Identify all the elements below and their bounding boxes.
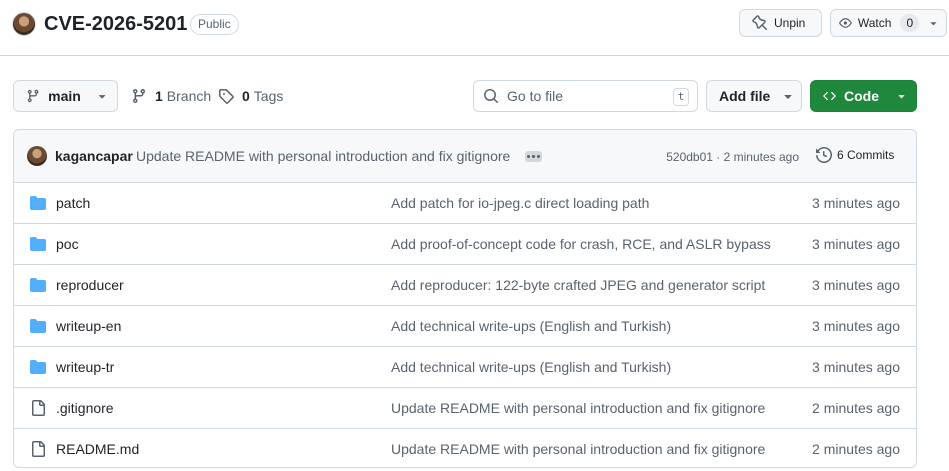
folder-icon (30, 359, 46, 378)
owner-avatar[interactable] (12, 12, 36, 36)
file-commit-time: 3 minutes ago (812, 236, 900, 252)
commit-details-toggle[interactable] (525, 151, 542, 162)
file-list: patch Add patch for io-jpeg.c direct load… (14, 183, 916, 467)
author-avatar[interactable] (27, 146, 47, 166)
file-table: kagancapar Update README with personal i… (13, 129, 917, 468)
folder-icon (30, 236, 46, 255)
git-branch-icon (27, 89, 39, 103)
commit-message[interactable]: Update README with personal introduction… (136, 148, 510, 164)
file-commit-time: 2 minutes ago (812, 400, 900, 416)
commit-hash-time[interactable]: 520db01 · 2 minutes ago (666, 150, 799, 164)
add-file-button[interactable]: Add file (706, 80, 802, 112)
chevron-down-icon (898, 95, 905, 99)
file-commit-time: 3 minutes ago (812, 277, 900, 293)
file-row[interactable]: .gitignore Update README with personal in… (14, 388, 916, 429)
file-commit-message[interactable]: Update README with personal introduction… (391, 400, 765, 416)
go-to-file-search[interactable]: t (473, 80, 698, 112)
file-commit-message[interactable]: Add reproducer: 122-byte crafted JPEG an… (391, 277, 765, 293)
branches-link[interactable]: 1 Branch (131, 88, 211, 104)
pin-icon (752, 15, 768, 31)
file-commit-message[interactable]: Add proof-of-concept code for crash, RCE… (391, 236, 771, 252)
tags-label: Tags (253, 88, 284, 104)
chevron-down-icon (98, 95, 106, 99)
file-row[interactable]: reproducer Add reproducer: 122-byte craft… (14, 265, 916, 306)
code-icon (823, 91, 836, 101)
code-button[interactable]: Code (810, 80, 917, 112)
file-commit-time: 3 minutes ago (812, 195, 900, 211)
add-file-label: Add file (719, 88, 771, 104)
file-row[interactable]: writeup-tr Add technical write-ups (Engli… (14, 347, 916, 388)
latest-commit-bar: kagancapar Update README with personal i… (14, 130, 916, 183)
branches-label: Branch (166, 88, 212, 104)
tags-link[interactable]: 0 Tags (218, 88, 283, 104)
file-name-link[interactable]: .gitignore (56, 400, 114, 416)
file-icon (30, 400, 46, 419)
commit-author[interactable]: kagancapar (55, 148, 133, 164)
branch-selector[interactable]: main (13, 80, 118, 112)
chevron-down-icon (930, 22, 937, 26)
chevron-down-icon (784, 95, 792, 99)
repo-header: CVE-2026-5201 Public Unpin Watch 0 (0, 0, 949, 56)
file-name-link[interactable]: writeup-tr (56, 359, 114, 375)
folder-icon (30, 277, 46, 296)
tags-count: 0 (242, 88, 250, 104)
unpin-label: Unpin (774, 16, 806, 30)
visibility-badge: Public (190, 14, 239, 35)
watch-button[interactable]: Watch 0 (830, 9, 947, 37)
file-name-link[interactable]: reproducer (56, 277, 124, 293)
file-name-link[interactable]: README.md (56, 441, 139, 457)
file-commit-message[interactable]: Add technical write-ups (English and Tur… (391, 318, 671, 334)
file-commit-message[interactable]: Add technical write-ups (English and Tur… (391, 359, 671, 375)
tag-icon (219, 89, 234, 104)
go-to-file-input[interactable] (507, 88, 667, 104)
file-commit-time: 2 minutes ago (812, 441, 900, 457)
file-name-link[interactable]: poc (56, 236, 79, 252)
file-icon (30, 441, 46, 460)
watch-count: 0 (900, 14, 920, 32)
commits-count-label: 6 Commits (837, 148, 895, 162)
code-label: Code (844, 88, 879, 104)
search-icon (484, 89, 499, 104)
file-row[interactable]: poc Add proof-of-concept code for crash, … (14, 224, 916, 265)
branches-count: 1 (155, 88, 163, 104)
commits-history-link[interactable]: 6 Commits (816, 147, 894, 163)
repo-name[interactable]: CVE-2026-5201 (44, 11, 187, 37)
git-branch-icon (132, 89, 145, 104)
branch-name: main (48, 88, 81, 104)
file-commit-message[interactable]: Update README with personal introduction… (391, 441, 765, 457)
file-commit-time: 3 minutes ago (812, 318, 900, 334)
folder-icon (30, 318, 46, 337)
file-name-link[interactable]: writeup-en (56, 318, 121, 334)
unpin-button[interactable]: Unpin (739, 9, 822, 37)
folder-icon (30, 195, 46, 214)
file-row[interactable]: patch Add patch for io-jpeg.c direct load… (14, 183, 916, 224)
file-commit-message[interactable]: Add patch for io-jpeg.c direct loading p… (391, 195, 649, 211)
watch-label: Watch (857, 16, 892, 30)
file-commit-time: 3 minutes ago (812, 359, 900, 375)
history-icon (816, 147, 832, 163)
file-name-link[interactable]: patch (56, 195, 90, 211)
eye-icon (839, 18, 852, 28)
file-row[interactable]: writeup-en Add technical write-ups (Engli… (14, 306, 916, 347)
file-row[interactable]: README.md Update README with personal int… (14, 429, 916, 467)
search-shortcut-key: t (673, 88, 689, 106)
